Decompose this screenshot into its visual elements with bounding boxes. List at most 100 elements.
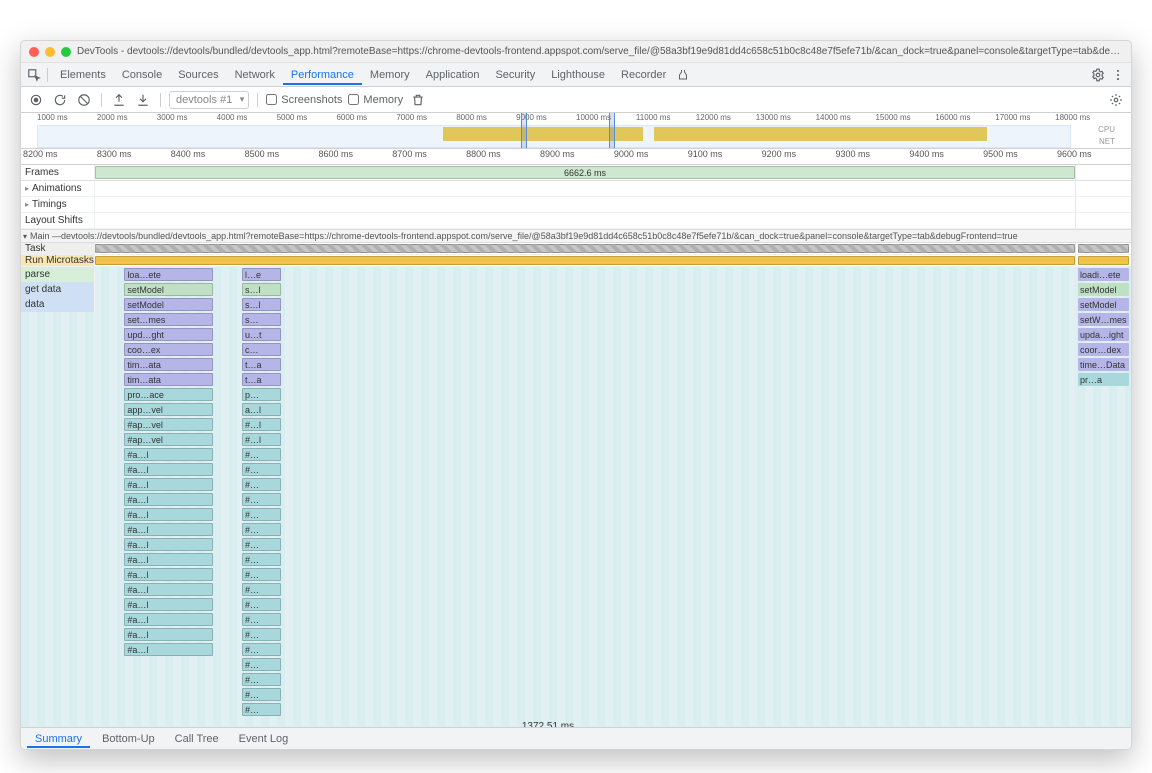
flame-frame[interactable]: #a…l: [124, 553, 212, 566]
panel-tab-application[interactable]: Application: [418, 65, 488, 85]
flame-frame[interactable]: s…l: [242, 283, 281, 296]
flame-frame[interactable]: #a…l: [124, 493, 212, 506]
timings-track[interactable]: Timings: [21, 197, 1131, 213]
flame-right-lane[interactable]: loadi…ete: [1075, 267, 1131, 282]
flame-lane[interactable]: #ap…vel#…l: [95, 417, 1075, 432]
zoom-window-button[interactable]: [61, 47, 71, 57]
flame-frame[interactable]: p…: [242, 388, 281, 401]
close-window-button[interactable]: [29, 47, 39, 57]
flame-lane[interactable]: #a…l#…: [95, 567, 1075, 582]
flame-frame[interactable]: #…l: [242, 418, 281, 431]
flame-right-lane[interactable]: [1075, 447, 1131, 462]
flame-frame[interactable]: set…mes: [124, 313, 212, 326]
flame-right-lane[interactable]: [1075, 432, 1131, 447]
flame-frame[interactable]: #a…l: [124, 643, 212, 656]
flame-frame[interactable]: #a…l: [124, 538, 212, 551]
flame-right-lane[interactable]: [1075, 507, 1131, 522]
animations-track[interactable]: Animations: [21, 181, 1131, 197]
flame-frame[interactable]: tim…ata: [124, 373, 212, 386]
gc-trash-icon[interactable]: [409, 91, 427, 109]
flame-frame[interactable]: setModel: [124, 283, 212, 296]
overview-handle-left[interactable]: [521, 113, 527, 148]
details-tab-bottom-up[interactable]: Bottom-Up: [94, 730, 163, 748]
flame-frame[interactable]: #…: [242, 583, 281, 596]
flame-lane[interactable]: #a…l#…: [95, 582, 1075, 597]
flame-lane[interactable]: setModels…l: [95, 297, 1075, 312]
flame-lane[interactable]: #a…l#…: [95, 522, 1075, 537]
flame-frame[interactable]: s…l: [242, 298, 281, 311]
flame-frame[interactable]: #a…l: [124, 628, 212, 641]
flame-lane[interactable]: #a…l#…: [95, 477, 1075, 492]
flame-right-lane[interactable]: [1075, 387, 1131, 402]
inspect-element-icon[interactable]: [25, 66, 43, 84]
flame-lane[interactable]: #…: [95, 657, 1075, 672]
download-icon[interactable]: [134, 91, 152, 109]
panel-tab-elements[interactable]: Elements: [52, 65, 114, 85]
flame-lane[interactable]: #…: [95, 702, 1075, 717]
flame-lane[interactable]: app…vela…l: [95, 402, 1075, 417]
flame-frame[interactable]: t…a: [242, 358, 281, 371]
flame-frame[interactable]: #…: [242, 688, 281, 701]
flame-frame[interactable]: app…vel: [124, 403, 212, 416]
flame-right-lane[interactable]: [1075, 642, 1131, 657]
panel-tab-recorder[interactable]: Recorder: [613, 65, 674, 85]
flame-frame[interactable]: #a…l: [124, 523, 212, 536]
flame-frame[interactable]: #…: [242, 478, 281, 491]
flame-frame[interactable]: #…: [242, 568, 281, 581]
flame-right-lane[interactable]: setW…mes: [1075, 312, 1131, 327]
flame-right-lane[interactable]: setModel: [1075, 297, 1131, 312]
flame-frame[interactable]: upda…ight: [1078, 328, 1129, 341]
flame-right-lane[interactable]: [1075, 672, 1131, 687]
flame-frame[interactable]: pr…a: [1078, 373, 1129, 386]
upload-icon[interactable]: [110, 91, 128, 109]
settings-gear-icon[interactable]: [1089, 66, 1107, 84]
flame-frame[interactable]: #a…l: [124, 508, 212, 521]
flame-frame[interactable]: loa…ete: [124, 268, 212, 281]
flame-right-lane[interactable]: [1075, 417, 1131, 432]
frame-bar[interactable]: 6662.6 ms: [95, 166, 1075, 179]
flame-right-lane[interactable]: setModel: [1075, 282, 1131, 297]
flame-frame[interactable]: coor…dex: [1078, 343, 1129, 356]
microtasks-row[interactable]: Run Microtasks: [21, 255, 1131, 267]
flame-right-lane[interactable]: [1075, 477, 1131, 492]
minimize-window-button[interactable]: [45, 47, 55, 57]
microtasks-bar-right[interactable]: [1078, 256, 1129, 265]
flame-right-lane[interactable]: [1075, 597, 1131, 612]
flame-lane[interactable]: #…: [95, 687, 1075, 702]
flame-frame[interactable]: tim…ata: [124, 358, 212, 371]
flame-right-lane[interactable]: [1075, 537, 1131, 552]
flame-frame[interactable]: #ap…vel: [124, 433, 212, 446]
flame-lane[interactable]: #a…l#…: [95, 597, 1075, 612]
flame-right-lane[interactable]: [1075, 687, 1131, 702]
flame-frame[interactable]: #…l: [242, 433, 281, 446]
flame-frame[interactable]: setModel: [1078, 283, 1129, 296]
flame-frame[interactable]: #…: [242, 448, 281, 461]
flame-lane[interactable]: tim…ata t…a: [95, 357, 1075, 372]
flame-right-lane[interactable]: [1075, 522, 1131, 537]
flame-right-lane[interactable]: [1075, 582, 1131, 597]
flame-right-lane[interactable]: [1075, 702, 1131, 717]
flame-frame[interactable]: #a…l: [124, 448, 212, 461]
flame-frame[interactable]: coo…ex: [124, 343, 212, 356]
flame-lane[interactable]: #a…l#…: [95, 492, 1075, 507]
main-thread-header[interactable]: ▾ Main — devtools://devtools/bundled/dev…: [21, 229, 1131, 243]
task-bar-right[interactable]: [1078, 244, 1129, 253]
frames-track[interactable]: Frames 6662.6 ms: [21, 165, 1131, 181]
flame-lane[interactable]: #a…l#…: [95, 627, 1075, 642]
details-tab-summary[interactable]: Summary: [27, 730, 90, 748]
flame-lane[interactable]: #a…l#…: [95, 552, 1075, 567]
flame-right-lane[interactable]: [1075, 657, 1131, 672]
panel-tab-network[interactable]: Network: [227, 65, 283, 85]
task-row[interactable]: Task: [21, 243, 1131, 255]
screenshots-checkbox[interactable]: Screenshots: [266, 94, 342, 106]
panel-tab-lighthouse[interactable]: Lighthouse: [543, 65, 613, 85]
detail-ruler[interactable]: 8200 ms8300 ms8400 ms8500 ms8600 ms8700 …: [21, 149, 1131, 165]
flame-frame[interactable]: loadi…ete: [1078, 268, 1129, 281]
flame-lane[interactable]: setModel s…l: [95, 282, 1075, 297]
timeline-overview[interactable]: 1000 ms2000 ms3000 ms4000 ms5000 ms6000 …: [21, 113, 1131, 149]
flame-frame[interactable]: s…: [242, 313, 281, 326]
flame-frame[interactable]: #…: [242, 613, 281, 626]
flame-right-lane[interactable]: [1075, 462, 1131, 477]
flame-frame[interactable]: #…: [242, 538, 281, 551]
microtasks-bar[interactable]: [95, 256, 1075, 265]
